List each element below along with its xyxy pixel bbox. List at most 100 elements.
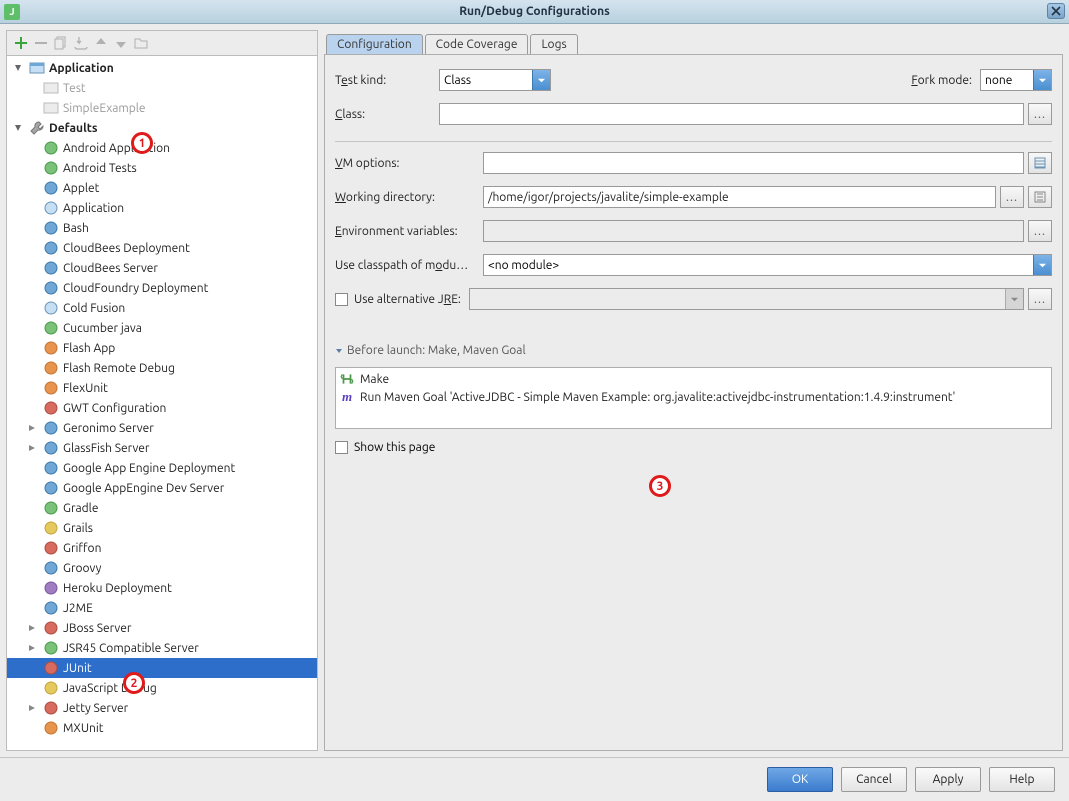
- application-icon: [29, 60, 45, 76]
- classpath-module-label: Use classpath of modu…: [335, 259, 475, 272]
- test-kind-select[interactable]: Class: [439, 69, 551, 91]
- tree-leaf-junit[interactable]: JUnit: [7, 658, 317, 678]
- before-launch-header[interactable]: Before launch: Make, Maven Goal: [335, 344, 1052, 357]
- config-type-icon: [43, 400, 59, 416]
- tree-leaf-gae-dev[interactable]: Google AppEngine Dev Server: [7, 478, 317, 498]
- tree-leaf-j2me[interactable]: J2ME: [7, 598, 317, 618]
- tab-code-coverage[interactable]: Code Coverage: [425, 34, 529, 54]
- before-launch-list[interactable]: Make m Run Maven Goal 'ActiveJDBC - Simp…: [335, 367, 1052, 429]
- tree-leaf-flash-remote[interactable]: Flash Remote Debug: [7, 358, 317, 378]
- tree-leaf-bash[interactable]: Bash: [7, 218, 317, 238]
- tree-leaf-application[interactable]: Application: [7, 198, 317, 218]
- vm-options-input[interactable]: [483, 152, 1024, 174]
- test-kind-label: Test kind:: [335, 74, 431, 87]
- tree-leaf-cf-deploy[interactable]: CloudFoundry Deployment: [7, 278, 317, 298]
- chevron-down-icon: [532, 70, 550, 90]
- env-vars-label: Environment variables:: [335, 225, 475, 238]
- tree-leaf-gradle[interactable]: Gradle: [7, 498, 317, 518]
- tree-node-defaults[interactable]: Defaults: [7, 118, 317, 138]
- config-type-icon: [43, 680, 59, 696]
- tree-leaf-test[interactable]: Test: [7, 78, 317, 98]
- remove-config-button[interactable]: [33, 35, 49, 51]
- list-item[interactable]: m Run Maven Goal 'ActiveJDBC - Simple Ma…: [340, 388, 1047, 406]
- tree-leaf-applet[interactable]: Applet: [7, 178, 317, 198]
- class-input[interactable]: [439, 103, 1024, 125]
- tree-leaf-cb-deploy[interactable]: CloudBees Deployment: [7, 238, 317, 258]
- fork-mode-select[interactable]: none: [980, 69, 1052, 91]
- move-up-button[interactable]: [93, 35, 109, 51]
- maven-icon: m: [340, 389, 354, 405]
- configurations-tree-panel: Application Test SimpleExample Defaults …: [6, 30, 318, 751]
- copy-config-button[interactable]: [53, 35, 69, 51]
- tree-leaf-js-debug[interactable]: JavaScript Debug: [7, 678, 317, 698]
- save-config-button[interactable]: [73, 35, 89, 51]
- tree-leaf-griffon[interactable]: Griffon: [7, 538, 317, 558]
- tree-leaf-jetty[interactable]: Jetty Server: [7, 698, 317, 718]
- configurations-tree[interactable]: Application Test SimpleExample Defaults …: [7, 56, 317, 750]
- browse-class-button[interactable]: …: [1028, 103, 1052, 125]
- window-close-button[interactable]: [1047, 3, 1065, 19]
- config-type-icon: [43, 140, 59, 156]
- application-icon: [43, 80, 59, 96]
- config-editor-panel: Configuration Code Coverage Logs Test ki…: [324, 30, 1063, 751]
- config-type-icon: [43, 440, 59, 456]
- env-vars-input[interactable]: [483, 220, 1024, 242]
- config-body: Test kind: Class Fork mode: none Class: …: [324, 54, 1063, 751]
- tree-leaf-heroku[interactable]: Heroku Deployment: [7, 578, 317, 598]
- insert-path-var-button[interactable]: [1028, 186, 1052, 208]
- edit-env-button[interactable]: …: [1028, 220, 1052, 242]
- wrench-icon: [29, 120, 45, 136]
- list-item[interactable]: Make: [340, 370, 1047, 388]
- dialog-buttons: OK Cancel Apply Help: [0, 757, 1069, 801]
- add-config-button[interactable]: [13, 35, 29, 51]
- chevron-down-icon: [1033, 70, 1051, 90]
- browse-jre-button[interactable]: …: [1028, 288, 1052, 310]
- apply-button[interactable]: Apply: [915, 767, 981, 792]
- tree-leaf-android-app[interactable]: Android Application: [7, 138, 317, 158]
- tree-leaf-geronimo[interactable]: Geronimo Server: [7, 418, 317, 438]
- browse-dir-button[interactable]: …: [1000, 186, 1024, 208]
- tab-configuration[interactable]: Configuration: [326, 34, 423, 54]
- tree-node-application[interactable]: Application: [7, 58, 317, 78]
- tree-leaf-simpleexample[interactable]: SimpleExample: [7, 98, 317, 118]
- tree-leaf-jboss[interactable]: JBoss Server: [7, 618, 317, 638]
- show-page-checkbox[interactable]: Show this page: [335, 441, 1052, 454]
- config-type-icon: [43, 320, 59, 336]
- window-title: Run/Debug Configurations: [0, 5, 1069, 18]
- config-type-icon: [43, 480, 59, 496]
- tree-leaf-groovy[interactable]: Groovy: [7, 558, 317, 578]
- classpath-module-select[interactable]: <no module>: [483, 254, 1052, 276]
- tree-leaf-gwt[interactable]: GWT Configuration: [7, 398, 317, 418]
- folder-button[interactable]: [133, 35, 149, 51]
- tree-leaf-android-tests[interactable]: Android Tests: [7, 158, 317, 178]
- tree-leaf-coldfusion[interactable]: Cold Fusion: [7, 298, 317, 318]
- move-down-button[interactable]: [113, 35, 129, 51]
- expand-vm-button[interactable]: [1028, 152, 1052, 174]
- working-dir-label: Working directory:: [335, 191, 475, 204]
- tree-leaf-gae-deploy[interactable]: Google App Engine Deployment: [7, 458, 317, 478]
- config-type-icon: [43, 520, 59, 536]
- config-type-icon: [43, 620, 59, 636]
- working-dir-input[interactable]: /home/igor/projects/javalite/simple-exam…: [483, 186, 996, 208]
- tree-leaf-cucumber[interactable]: Cucumber java: [7, 318, 317, 338]
- annotation-2: 2: [123, 672, 145, 694]
- tree-leaf-glassfish[interactable]: GlassFish Server: [7, 438, 317, 458]
- before-launch-section: Before launch: Make, Maven Goal Make m: [335, 344, 1052, 454]
- config-type-icon: [43, 180, 59, 196]
- config-type-icon: [43, 200, 59, 216]
- tree-leaf-jsr45[interactable]: JSR45 Compatible Server: [7, 638, 317, 658]
- tree-toolbar: [7, 31, 317, 56]
- divider: [335, 141, 1052, 142]
- cancel-button[interactable]: Cancel: [841, 767, 907, 792]
- help-button[interactable]: Help: [989, 767, 1055, 792]
- config-type-icon: [43, 700, 59, 716]
- tree-leaf-flash-app[interactable]: Flash App: [7, 338, 317, 358]
- alt-jre-checkbox[interactable]: Use alternative JRE:: [335, 293, 461, 306]
- tree-leaf-mxunit[interactable]: MXUnit: [7, 718, 317, 738]
- tab-logs[interactable]: Logs: [530, 34, 577, 54]
- alt-jre-select[interactable]: [469, 288, 1024, 310]
- tree-leaf-flexunit[interactable]: FlexUnit: [7, 378, 317, 398]
- tree-leaf-grails[interactable]: Grails: [7, 518, 317, 538]
- ok-button[interactable]: OK: [767, 767, 833, 792]
- tree-leaf-cb-server[interactable]: CloudBees Server: [7, 258, 317, 278]
